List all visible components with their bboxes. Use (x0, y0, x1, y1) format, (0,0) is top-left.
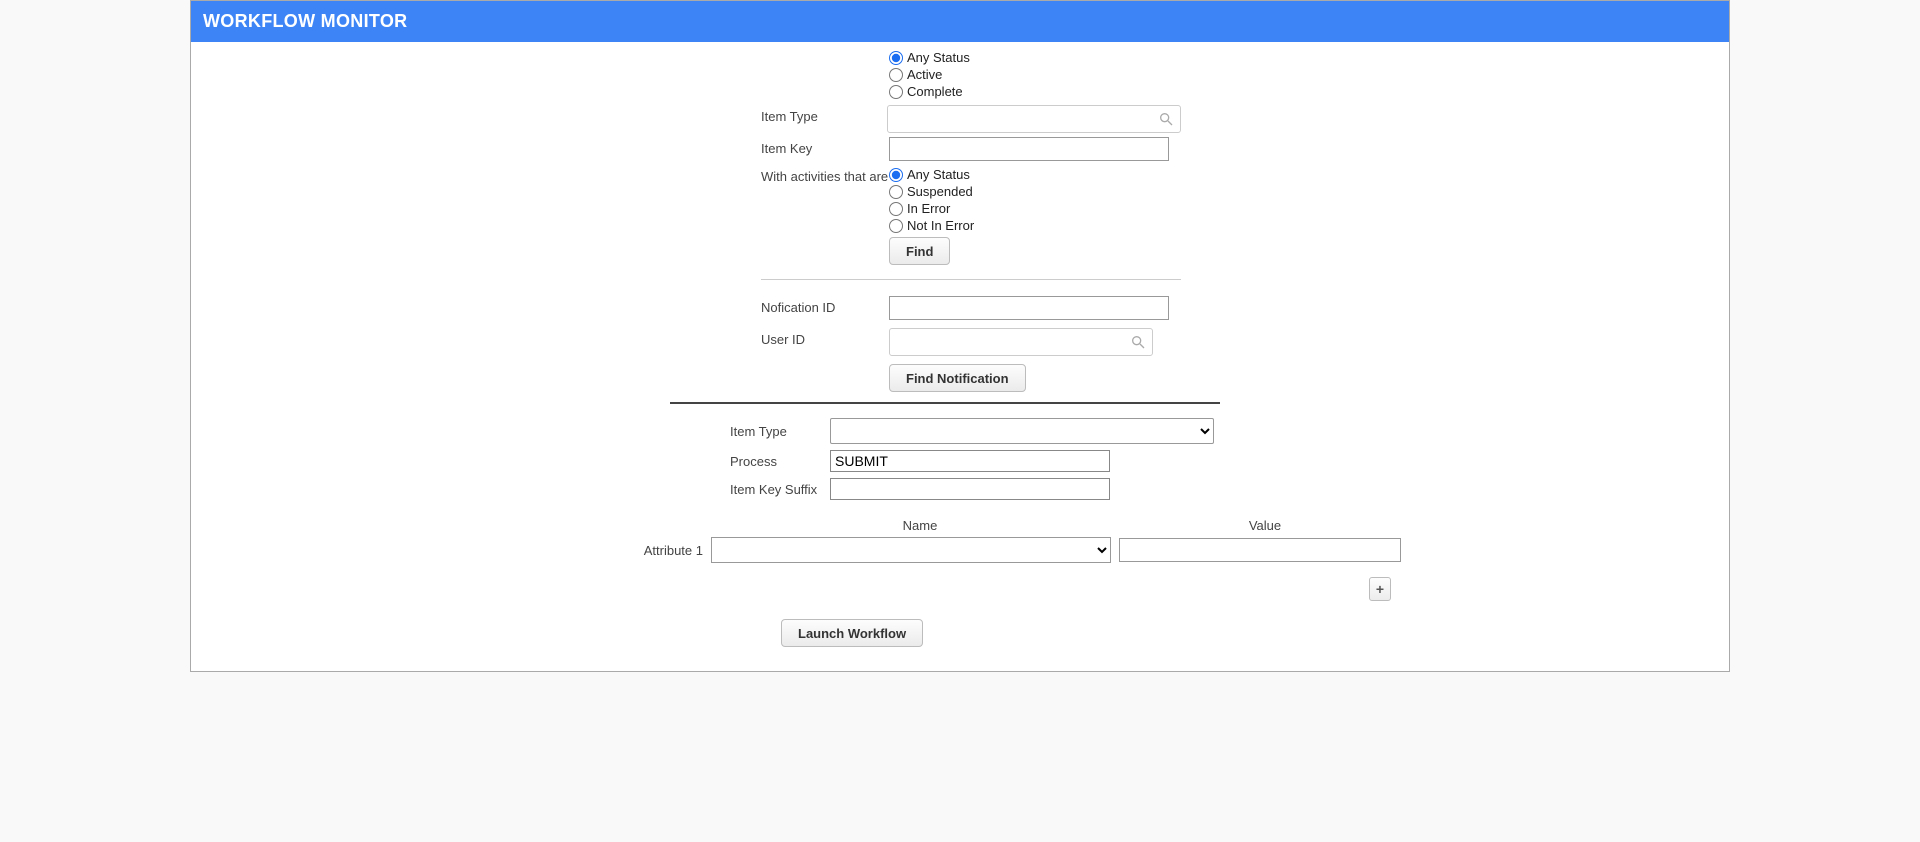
item-key-suffix-label: Item Key Suffix (730, 482, 830, 497)
launch-workflow-button[interactable]: Launch Workflow (781, 619, 923, 647)
user-id-input[interactable] (896, 334, 1130, 351)
search-icon (1158, 111, 1174, 127)
status-radio-any[interactable] (889, 51, 903, 65)
process-label: Process (730, 454, 830, 469)
section-separator (670, 402, 1220, 404)
item-key-suffix-input[interactable] (830, 478, 1110, 500)
attr-header-value: Value (1123, 518, 1407, 533)
find-section: Any Status Active Complete Item Type (761, 48, 1181, 392)
item-type-input[interactable] (894, 111, 1158, 128)
activities-radio-any-label: Any Status (907, 167, 970, 182)
attribute-value-input[interactable] (1119, 538, 1401, 562)
activities-radio-suspended[interactable] (889, 185, 903, 199)
add-row-button[interactable]: + (1369, 577, 1391, 601)
item-key-label: Item Key (761, 137, 889, 156)
status-radio-any-label: Any Status (907, 50, 970, 65)
page-title: WORKFLOW MONITOR (191, 1, 1729, 42)
activities-radio-in-error[interactable] (889, 202, 903, 216)
notification-id-label: Nofication ID (761, 296, 889, 315)
activities-radio-any[interactable] (889, 168, 903, 182)
activities-radio-not-in-error[interactable] (889, 219, 903, 233)
item-type-label: Item Type (761, 105, 887, 124)
attr-header-name: Name (717, 518, 1123, 533)
process-input[interactable] (830, 450, 1110, 472)
item-type-lov[interactable] (887, 105, 1181, 133)
search-icon (1130, 334, 1146, 350)
launch-item-type-select[interactable] (830, 418, 1214, 444)
activities-radio-suspended-label: Suspended (907, 184, 973, 199)
status-radio-active[interactable] (889, 68, 903, 82)
section-divider (761, 279, 1181, 280)
find-notification-button[interactable]: Find Notification (889, 364, 1026, 392)
activities-radio-in-error-label: In Error (907, 201, 950, 216)
attribute-row: Attribute 1 (639, 537, 1409, 563)
user-id-lov[interactable] (889, 328, 1153, 356)
launch-section: Item Type Process Item Key Suffix (670, 418, 1310, 500)
status-radio-complete-label: Complete (907, 84, 963, 99)
status-radio-active-label: Active (907, 67, 942, 82)
find-button[interactable]: Find (889, 237, 950, 265)
user-id-label: User ID (761, 328, 889, 347)
item-key-input[interactable] (889, 137, 1169, 161)
attribute-row-label: Attribute 1 (639, 543, 711, 558)
activities-radio-not-in-error-label: Not In Error (907, 218, 974, 233)
attribute-name-select[interactable] (711, 537, 1111, 563)
attributes-area: Name Value Attribute 1 (639, 518, 1409, 563)
notification-id-input[interactable] (889, 296, 1169, 320)
activities-label: With activities that are (761, 165, 889, 184)
status-radio-complete[interactable] (889, 85, 903, 99)
launch-item-type-label: Item Type (730, 424, 830, 439)
